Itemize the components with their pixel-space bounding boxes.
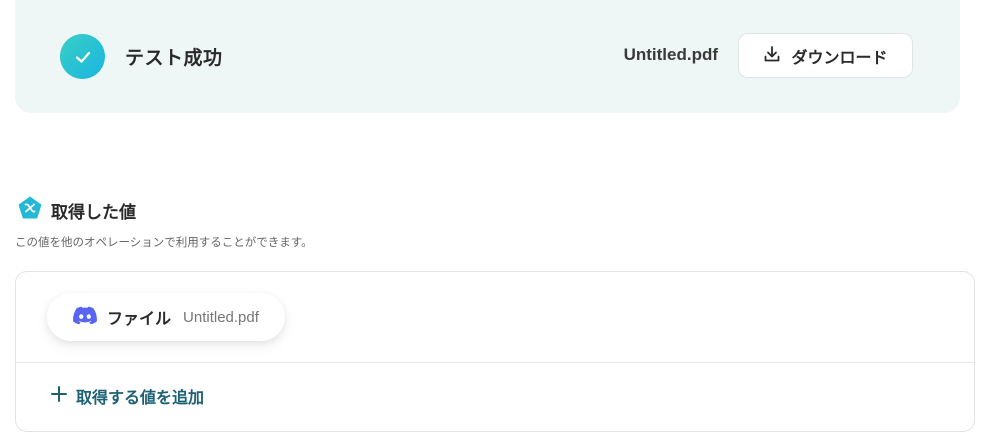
- acquired-values-panel: ファイル Untitled.pdf 取得する値を追加: [15, 271, 975, 432]
- test-result-card: テスト成功 Untitled.pdf ダウンロード: [15, 0, 960, 113]
- value-chip-value: Untitled.pdf: [183, 308, 259, 326]
- check-icon: [60, 34, 105, 79]
- acquired-values-header: 取得した値: [17, 195, 136, 225]
- value-chip-file[interactable]: ファイル Untitled.pdf: [47, 293, 285, 341]
- download-button[interactable]: ダウンロード: [738, 33, 913, 78]
- discord-icon: [73, 306, 97, 328]
- download-label: ダウンロード: [791, 47, 888, 67]
- add-value-button[interactable]: 取得する値を追加: [50, 384, 204, 408]
- acquired-values-description: この値を他のオペレーションで利用することができます。: [15, 235, 313, 249]
- panel-divider: [16, 362, 974, 363]
- plus-icon: [50, 385, 68, 407]
- variable-icon: [17, 195, 43, 225]
- add-value-label: 取得する値を追加: [76, 388, 205, 407]
- download-icon: [763, 45, 781, 67]
- test-success-title: テスト成功: [125, 47, 223, 69]
- acquired-values-title: 取得した値: [51, 202, 136, 223]
- value-chip-label: ファイル: [107, 309, 172, 328]
- result-file-name: Untitled.pdf: [623, 45, 718, 64]
